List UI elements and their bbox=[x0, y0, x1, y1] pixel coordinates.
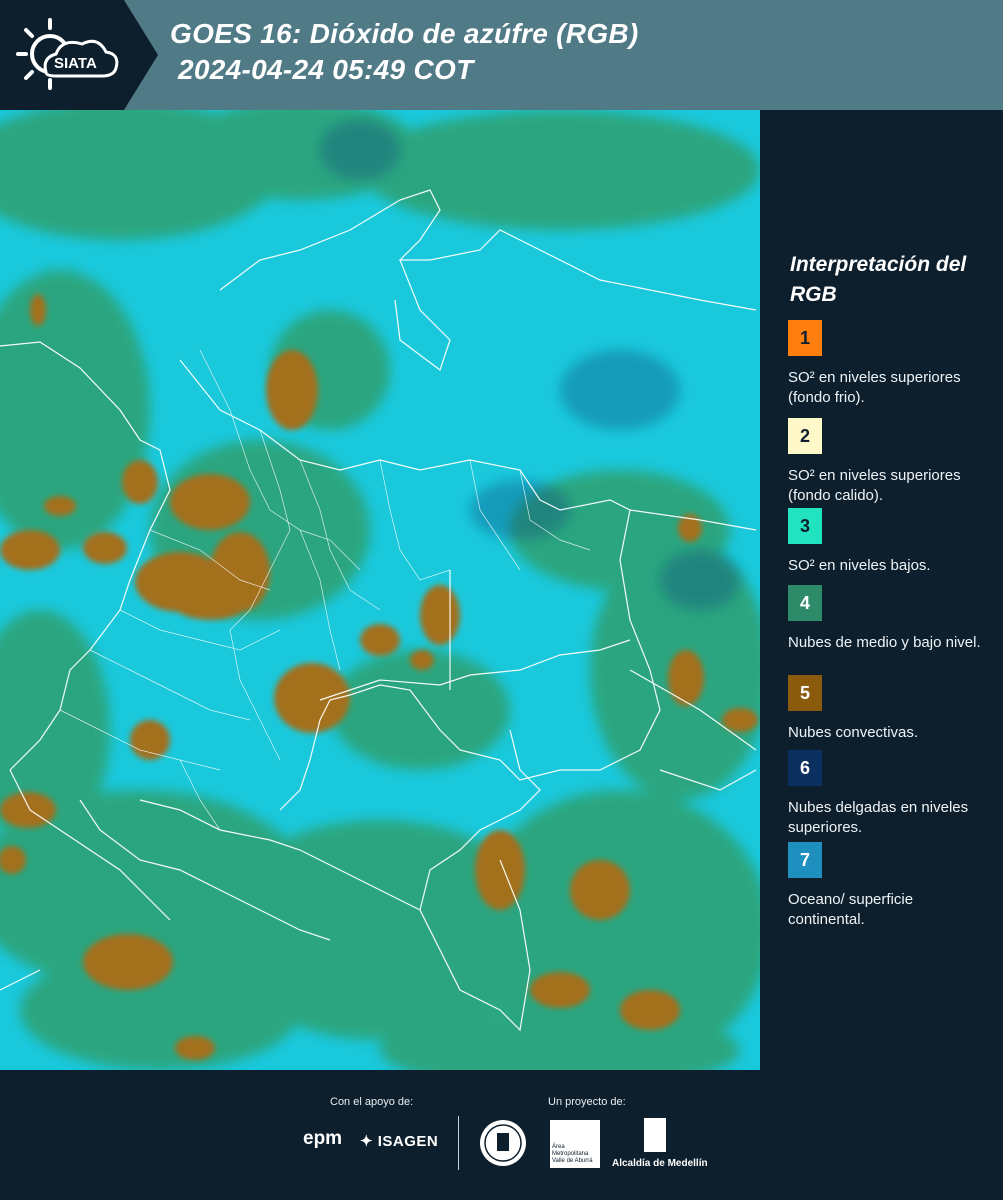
alcaldia-medellin-logo[interactable]: Alcaldía de Medellín bbox=[612, 1158, 708, 1169]
so2-rgb-imagery bbox=[0, 110, 760, 1070]
isagen-label: ISAGEN bbox=[377, 1133, 439, 1150]
university-seal-icon[interactable] bbox=[478, 1118, 528, 1168]
legend-swatch: 7 bbox=[788, 842, 822, 878]
legend-item-2: 2 SO² en niveles superiores (fondo calid… bbox=[788, 418, 988, 506]
legend-label: Nubes convectivas. bbox=[788, 724, 919, 741]
legend-item-4: 4 Nubes de medio y bajo nivel. bbox=[788, 585, 988, 653]
legend-swatch: 4 bbox=[788, 585, 822, 621]
area-metropolitana-logo[interactable]: Área Metropolitana Valle de Aburrá bbox=[550, 1120, 600, 1168]
legend-swatch: 1 bbox=[788, 320, 822, 356]
sun-cloud-icon: SIATA bbox=[16, 18, 119, 90]
legend-panel: Interpretación del RGB 1 SO² en niveles … bbox=[760, 110, 1003, 1070]
footer: Con el apoyo de: Un proyecto de: epm ✦ I… bbox=[0, 1070, 1003, 1200]
isagen-icon: ✦ bbox=[360, 1133, 374, 1150]
legend-label: SO² en niveles superiores (fondo frio). bbox=[788, 369, 961, 406]
legend-label: Nubes de medio y bajo nivel. bbox=[788, 634, 981, 651]
legend-title: Interpretación del RGB bbox=[790, 253, 967, 306]
support-label: Con el apoyo de: bbox=[330, 1096, 414, 1108]
satellite-map[interactable] bbox=[0, 110, 760, 1070]
legend-item-1: 1 SO² en niveles superiores (fondo frio)… bbox=[788, 320, 988, 408]
legend-label: Oceano/ superficie continental. bbox=[788, 891, 914, 928]
legend-label: SO² en niveles bajos. bbox=[788, 557, 931, 574]
svg-text:SIATA: SIATA bbox=[54, 55, 97, 72]
title-line-datetime: 2024-04-24 05:49 COT bbox=[178, 54, 474, 85]
legend-swatch: 5 bbox=[788, 675, 822, 711]
legend-label: SO² en niveles superiores (fondo calido)… bbox=[788, 467, 961, 504]
legend-swatch: 2 bbox=[788, 418, 822, 454]
legend-swatch: 6 bbox=[788, 750, 822, 786]
page-title: GOES 16: Dióxido de azúfre (RGB) 2024-04… bbox=[170, 16, 639, 88]
project-label: Un proyecto de: bbox=[548, 1096, 626, 1108]
legend-item-5: 5 Nubes convectivas. bbox=[788, 675, 988, 743]
legend-item-3: 3 SO² en niveles bajos. bbox=[788, 508, 988, 576]
siata-logo[interactable]: SIATA bbox=[0, 0, 158, 110]
title-line-product: GOES 16: Dióxido de azúfre (RGB) bbox=[170, 18, 639, 49]
legend-swatch: 3 bbox=[788, 508, 822, 544]
area-metropolitana-label: Área Metropolitana Valle de Aburrá bbox=[552, 1144, 593, 1164]
legend-label: Nubes delgadas en niveles superiores. bbox=[788, 799, 969, 836]
header: SIATA GOES 16: Dióxido de azúfre (RGB) 2… bbox=[0, 0, 1003, 110]
footer-divider bbox=[458, 1116, 459, 1170]
legend-item-7: 7 Oceano/ superficie continental. bbox=[788, 842, 988, 930]
coat-of-arms-icon bbox=[644, 1118, 666, 1152]
legend-item-6: 6 Nubes delgadas en niveles superiores. bbox=[788, 750, 988, 838]
isagen-logo[interactable]: ✦ ISAGEN bbox=[360, 1132, 438, 1150]
epm-logo[interactable]: epm bbox=[303, 1128, 342, 1150]
